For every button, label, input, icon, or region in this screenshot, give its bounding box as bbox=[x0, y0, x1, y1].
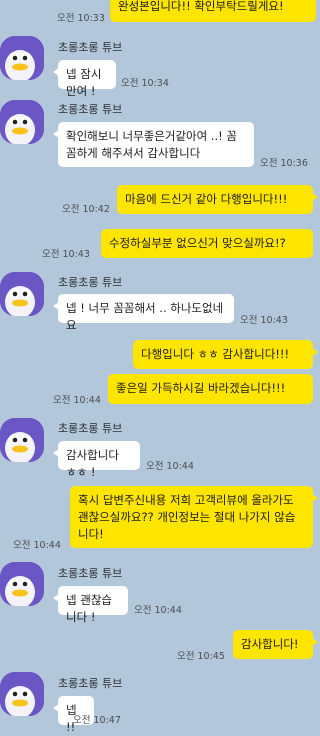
message-text: 넵 괜찮습니다 ! bbox=[66, 593, 112, 624]
penguin-avatar-icon[interactable] bbox=[0, 562, 44, 606]
message-timestamp: 오전 10:34 bbox=[121, 78, 169, 89]
penguin-avatar-icon[interactable] bbox=[0, 272, 44, 316]
outgoing-message-bubble[interactable]: 다행입니다 ㅎㅎ 감사합니다!!! bbox=[133, 340, 318, 369]
sender-name: 초롱초롱 튜브 bbox=[58, 276, 123, 289]
chat-message-list[interactable]: 오전 10:33 완성본입니다!! 확인부탁드릴게요! 초롱초롱 튜브 넵 잠시… bbox=[0, 0, 319, 734]
sender-name: 초롱초롱 튜브 bbox=[58, 103, 123, 116]
outgoing-message-bubble[interactable]: 완성본입니다!! 확인부탁드릴게요! bbox=[110, 0, 316, 22]
incoming-message-bubble[interactable]: 넵 잠시만여 ! bbox=[53, 60, 116, 98]
outgoing-message-bubble[interactable]: 마음에 드신거 같아 다행입니다!!! bbox=[117, 185, 318, 214]
message-timestamp: 오전 10:36 bbox=[260, 158, 308, 169]
sender-name: 초롱초롱 튜브 bbox=[58, 41, 123, 54]
message-text: 마음에 드신거 같아 다행입니다!!! bbox=[125, 192, 288, 206]
message-timestamp: 오전 10:42 bbox=[62, 204, 110, 215]
message-text: 감사합니다 ㅎㅎ ! bbox=[66, 448, 119, 479]
message-timestamp: 오전 10:47 bbox=[73, 715, 121, 726]
incoming-message-bubble[interactable]: 확인해보니 너무좋은거같아여 ..! 꼼꼼하게 해주셔서 감사합니다 bbox=[53, 122, 254, 167]
penguin-avatar-icon[interactable] bbox=[0, 36, 44, 80]
sender-name: 초롱초롱 튜브 bbox=[58, 567, 123, 580]
message-timestamp: 오전 10:44 bbox=[134, 605, 182, 616]
message-text: 수정하실부분 없으신거 맞으실까요!? bbox=[109, 236, 286, 250]
message-text: 완성본입니다!! 확인부탁드릴게요! bbox=[118, 0, 284, 13]
message-timestamp: 오전 10:44 bbox=[53, 395, 101, 406]
penguin-avatar-icon[interactable] bbox=[0, 672, 44, 716]
message-timestamp: 오전 10:44 bbox=[146, 461, 194, 472]
outgoing-message-bubble[interactable]: 수정하실부분 없으신거 맞으실까요!? bbox=[101, 229, 313, 258]
penguin-avatar-icon[interactable] bbox=[0, 418, 44, 462]
message-timestamp: 오전 10:43 bbox=[42, 249, 90, 260]
incoming-message-bubble[interactable]: 넵 괜찮습니다 ! bbox=[53, 586, 128, 624]
incoming-message-bubble[interactable]: 감사합니다 ㅎㅎ ! bbox=[53, 441, 140, 479]
message-text: 넵 ! 너무 꼼꼼해서 .. 하나도없네요 bbox=[66, 301, 224, 332]
incoming-message-bubble[interactable]: 넵 ! 너무 꼼꼼해서 .. 하나도없네요 bbox=[53, 294, 234, 332]
message-timestamp: 오전 10:33 bbox=[57, 13, 105, 24]
message-timestamp: 오전 10:43 bbox=[240, 315, 288, 326]
message-text: 다행입니다 ㅎㅎ 감사합니다!!! bbox=[141, 347, 290, 361]
sender-name: 초롱초롱 튜브 bbox=[58, 422, 123, 435]
outgoing-message-bubble[interactable]: 감사합니다! bbox=[233, 630, 318, 659]
message-timestamp: 오전 10:44 bbox=[13, 540, 61, 551]
message-timestamp: 오전 10:45 bbox=[177, 651, 225, 662]
message-text: 좋은일 가득하시길 바라겠습니다!!! bbox=[116, 381, 286, 395]
message-text: 감사합니다! bbox=[241, 637, 299, 651]
outgoing-message-bubble[interactable]: 좋은일 가득하시길 바라겠습니다!!! bbox=[108, 374, 313, 404]
message-text: 넵 잠시만여 ! bbox=[66, 67, 102, 98]
message-text: 확인해보니 너무좋은거같아여 ..! 꼼꼼하게 해주셔서 감사합니다 bbox=[66, 129, 238, 160]
sender-name: 초롱초롱 튜브 bbox=[58, 677, 123, 690]
outgoing-message-bubble[interactable]: 혹시 답변주신내용 저희 고객리뷰에 올라가도 괜찮으실까요?? 개인정보는 절… bbox=[70, 486, 318, 548]
penguin-avatar-icon[interactable] bbox=[0, 100, 44, 144]
message-text: 혹시 답변주신내용 저희 고객리뷰에 올라가도 괜찮으실까요?? 개인정보는 절… bbox=[78, 493, 296, 541]
